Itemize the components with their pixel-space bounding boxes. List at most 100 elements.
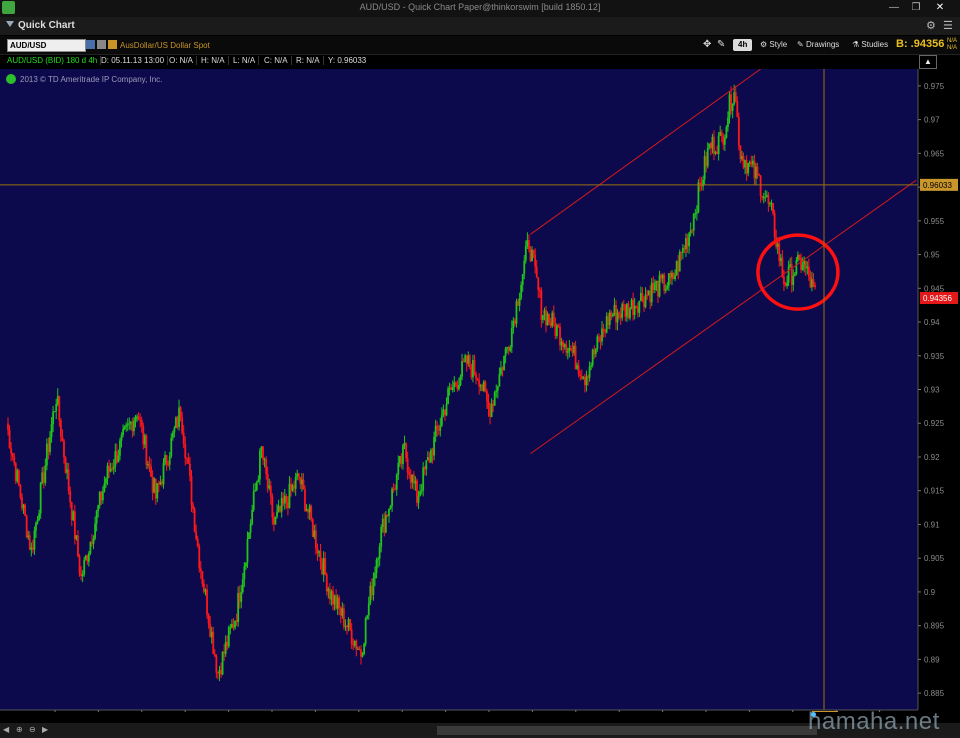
scroll-right-icon[interactable]: ▶ (42, 725, 52, 735)
timeframe-selector[interactable]: 4h (733, 39, 753, 51)
candle-body (392, 488, 395, 490)
y-tick-label: 0.93 (924, 386, 940, 395)
candle-body (277, 505, 280, 512)
candle-body (790, 264, 793, 285)
candle-body (192, 504, 194, 509)
candle-body (534, 254, 537, 267)
candle-body (300, 479, 303, 485)
candle-body (11, 453, 14, 457)
candle-body (769, 203, 771, 205)
candle-body (731, 103, 734, 111)
candle-body (153, 478, 156, 493)
candle-body (360, 649, 362, 657)
candle-body (333, 595, 336, 605)
price-chart[interactable]: 2013 © TD Ameritrade IP Company, Inc. 0.9… (0, 68, 960, 722)
candle-body (756, 166, 759, 175)
scroll-thumb[interactable] (437, 726, 817, 735)
candle-body (271, 496, 274, 518)
candle-body (496, 386, 499, 391)
style-button[interactable]: ⚙ Style (760, 39, 787, 51)
candle-body (78, 556, 81, 574)
symbol-input[interactable]: AUD/USD (7, 39, 86, 52)
candle-body (322, 558, 325, 575)
restore-icon[interactable]: ❐ (906, 1, 926, 15)
candle-body (442, 409, 445, 416)
candle-body (285, 496, 288, 503)
collapse-arrow-icon[interactable] (6, 21, 14, 27)
candle-body (305, 508, 308, 511)
candle-body (190, 475, 193, 505)
link-icon[interactable] (97, 40, 106, 49)
candle-body (243, 566, 246, 580)
last-price: B: .94356 (896, 38, 945, 50)
candle-body (798, 254, 801, 259)
candle-body (283, 496, 286, 504)
drawings-button[interactable]: ✎ Drawings (797, 39, 839, 51)
candle-body (389, 505, 392, 509)
candle-body (661, 274, 664, 279)
zoom-out-icon[interactable]: ⊖ (29, 725, 39, 735)
candle-body (165, 455, 168, 465)
drawing-tool-icon[interactable]: ✎ (717, 39, 725, 51)
candle-body (797, 254, 799, 261)
candle-body (436, 425, 439, 430)
candle-body (563, 344, 566, 347)
low-readout: L: N/A (233, 56, 260, 65)
candle-body (728, 94, 731, 118)
candle-body (52, 411, 54, 425)
crosshair-tool-icon[interactable]: ✥ (703, 39, 711, 51)
candle-body (506, 346, 509, 349)
candle-body (535, 266, 538, 278)
chart-expand-icon[interactable]: ▲ (919, 55, 937, 69)
candle-body (807, 266, 810, 277)
zoom-in-icon[interactable]: ⊕ (16, 725, 26, 735)
candle-body (776, 243, 779, 248)
candle-body (501, 367, 504, 371)
menu-icon[interactable]: ☰ (943, 19, 953, 32)
chart-area[interactable]: 2013 © TD Ameritrade IP Company, Inc. 0.9… (0, 68, 960, 722)
candle-body (489, 408, 491, 417)
candle-body (112, 466, 115, 470)
candle-body (610, 312, 613, 317)
candle-body (602, 328, 605, 332)
candle-body (783, 276, 785, 285)
candle-body (472, 360, 474, 378)
candle-body (650, 282, 653, 303)
candle-body (38, 513, 40, 521)
candle-body (468, 355, 471, 368)
candle-body (220, 669, 222, 675)
chart-info-bar: AUD/USD (BID) 180 d 4h D: 05.11.13 13:00… (0, 55, 960, 69)
candle-body (280, 498, 283, 512)
candle-body (24, 504, 27, 516)
candle-body (182, 433, 185, 445)
candle-body (268, 485, 271, 489)
candle-body (405, 443, 407, 459)
candle-body (686, 237, 689, 247)
close-icon[interactable]: ✕ (930, 1, 950, 15)
minimize-icon[interactable]: — (884, 1, 904, 15)
studies-button[interactable]: ⚗ Studies (852, 39, 888, 51)
bookmark-icon[interactable] (108, 40, 117, 49)
scroll-left-icon[interactable]: ◀ (3, 725, 13, 735)
candle-body (249, 523, 252, 533)
candle-body (391, 488, 393, 506)
symbol-dropdown-icon[interactable] (86, 40, 95, 49)
candle-body (120, 435, 123, 441)
candle-body (117, 455, 120, 463)
candle-body (119, 440, 121, 456)
candle-body (608, 312, 611, 325)
candle-body (358, 648, 361, 650)
candle-body (308, 505, 311, 513)
drawings-label: Drawings (805, 40, 840, 49)
candle-body (674, 275, 676, 280)
candle-body (751, 160, 754, 165)
candle-body (336, 597, 339, 609)
candle-body (140, 419, 143, 427)
candle-body (666, 285, 669, 289)
candle-body (490, 403, 493, 417)
candle-body (459, 376, 462, 386)
candle-body (55, 404, 58, 412)
candle-body (538, 290, 541, 292)
window-title: AUD/USD - Quick Chart Paper@thinkorswim … (359, 2, 601, 12)
settings-icon[interactable]: ⚙ (926, 19, 936, 32)
